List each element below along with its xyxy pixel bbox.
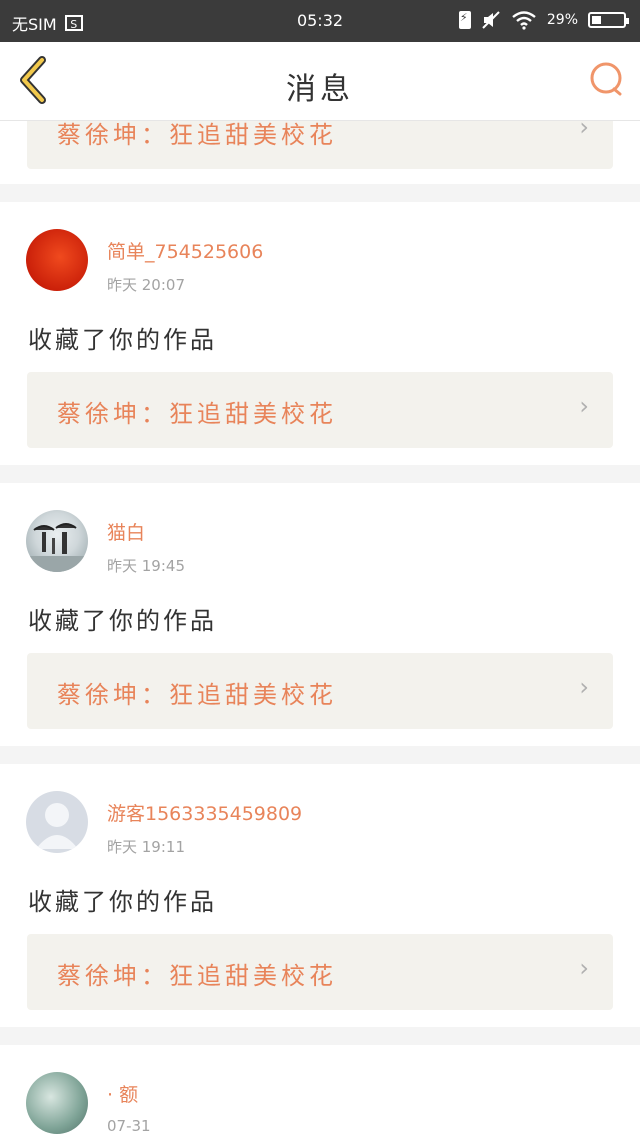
timestamp: 昨天 19:45: [107, 557, 185, 575]
avatar[interactable]: [26, 510, 88, 572]
username[interactable]: 游客1563335459809: [107, 799, 302, 826]
avatar[interactable]: [26, 229, 88, 291]
message-card[interactable]: 猫白 昨天 19:45 收藏了你的作品 蔡徐坤：狂追甜美校花 ›: [0, 483, 640, 746]
work-title: 蔡徐坤：狂追甜美校花: [57, 400, 337, 428]
message-text: 收藏了你的作品: [28, 888, 217, 916]
avatar[interactable]: [26, 1072, 88, 1134]
avatar-photo-image: [26, 523, 88, 572]
charging-icon: [458, 11, 471, 29]
search-icon: [590, 62, 622, 96]
username[interactable]: · 额: [107, 1080, 138, 1107]
message-card-partial: 蔡徐坤：狂追甜美校花 ›: [0, 121, 640, 184]
username[interactable]: 猫白: [107, 518, 145, 545]
wifi-icon: [512, 11, 536, 30]
timestamp: 昨天 19:11: [107, 838, 185, 856]
work-title: 蔡徐坤：狂追甜美校花: [57, 962, 337, 990]
chevron-right-icon: ›: [579, 121, 589, 141]
chevron-right-icon: ›: [579, 392, 589, 420]
chevron-right-icon: ›: [579, 954, 589, 982]
work-link[interactable]: 蔡徐坤：狂追甜美校花 ›: [27, 934, 613, 1010]
mute-icon: [482, 11, 500, 29]
message-text: 收藏了你的作品: [28, 326, 217, 354]
username[interactable]: 简单_754525606: [107, 237, 263, 264]
avatar[interactable]: [26, 791, 88, 853]
work-link[interactable]: 蔡徐坤：狂追甜美校花 ›: [27, 121, 613, 169]
message-card[interactable]: · 额 07-31: [0, 1045, 640, 1138]
work-link[interactable]: 蔡徐坤：狂追甜美校花 ›: [27, 372, 613, 448]
timestamp: 昨天 20:07: [107, 276, 185, 294]
battery-icon: [588, 12, 629, 28]
chevron-left-icon: [20, 56, 46, 104]
battery-percent: 29%: [546, 12, 578, 28]
message-card[interactable]: 简单_754525606 昨天 20:07 收藏了你的作品 蔡徐坤：狂追甜美校花…: [0, 202, 640, 465]
status-bar: 无SIM S 05:32 29%: [0, 0, 640, 42]
default-user-icon: [36, 803, 78, 849]
work-link[interactable]: 蔡徐坤：狂追甜美校花 ›: [27, 653, 613, 729]
battery-fill: [592, 16, 601, 24]
chevron-right-icon: ›: [579, 673, 589, 701]
timestamp: 07-31: [107, 1117, 151, 1135]
page-title: 消息: [286, 72, 354, 107]
message-text: 收藏了你的作品: [28, 607, 217, 635]
message-feed[interactable]: 蔡徐坤：狂追甜美校花 › 简单_754525606 昨天 20:07 收藏了你的…: [0, 121, 640, 1138]
status-right: 29%: [458, 10, 629, 30]
work-title: 蔡徐坤：狂追甜美校花: [57, 121, 337, 149]
header: 消息: [0, 42, 640, 121]
search-button[interactable]: [586, 58, 626, 98]
back-button[interactable]: [14, 56, 54, 106]
message-card[interactable]: 游客1563335459809 昨天 19:11 收藏了你的作品 蔡徐坤：狂追甜…: [0, 764, 640, 1027]
work-title: 蔡徐坤：狂追甜美校花: [57, 681, 337, 709]
